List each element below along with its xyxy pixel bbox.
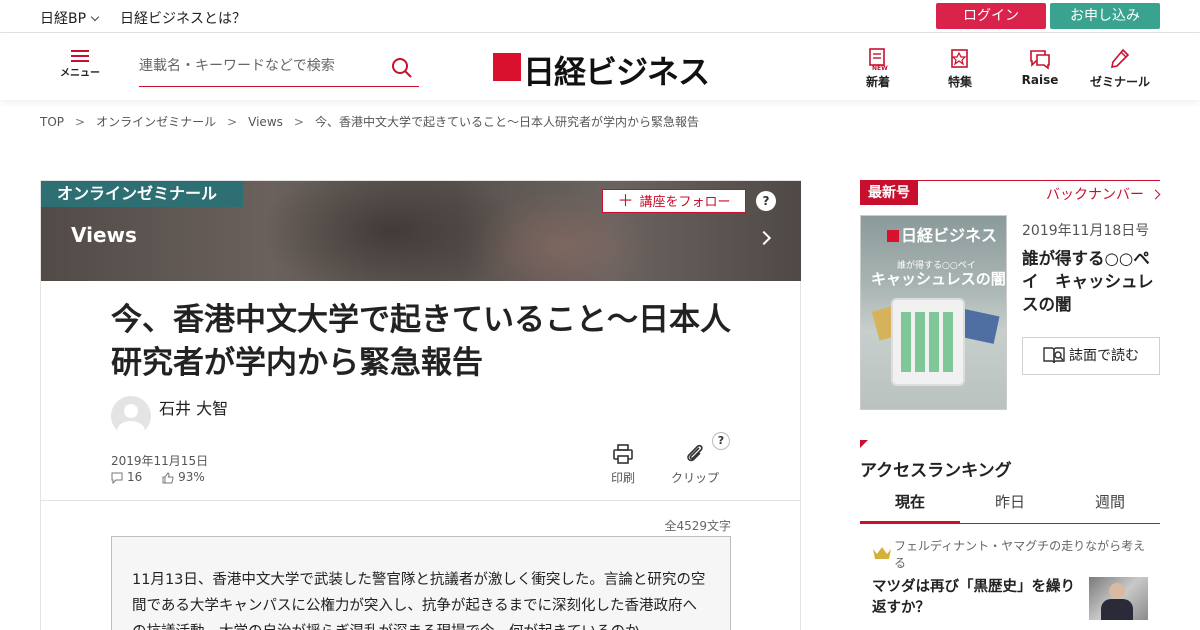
cover-headline: キャッシュレスの闇 xyxy=(871,270,1006,288)
avatar-body-shape xyxy=(117,421,145,436)
breadcrumb-sep: > xyxy=(227,115,238,129)
category-tag[interactable]: オンラインゼミナール xyxy=(41,181,243,207)
nikkei-bp-label: 日経BP xyxy=(40,11,87,27)
series-title[interactable]: Views xyxy=(71,223,137,247)
print-button[interactable]: 印刷 xyxy=(611,443,635,486)
about-link[interactable]: 日経ビジネスとは？ xyxy=(120,8,246,28)
chevron-right-icon xyxy=(1150,189,1161,200)
nav-new-label: 新着 xyxy=(865,75,890,89)
divider xyxy=(41,500,801,501)
cover-logo-text: 日経ビジネス xyxy=(901,226,998,245)
new-icon: NEW xyxy=(869,48,888,71)
issue-date: 2019年11月18日号 xyxy=(1022,223,1150,239)
word-count: 全4529文字 xyxy=(664,519,731,533)
nav-raise-label: Raise xyxy=(1021,73,1059,87)
breadcrumb-views[interactable]: Views xyxy=(248,115,283,129)
print-icon xyxy=(613,444,633,464)
tab-weekly[interactable]: 週間 xyxy=(1060,484,1160,524)
pen-icon xyxy=(1110,48,1130,69)
print-label: 印刷 xyxy=(611,471,636,485)
like-rate[interactable]: 93% xyxy=(178,470,205,484)
logo-square-icon xyxy=(493,53,521,81)
paperclip-icon xyxy=(687,444,703,462)
comment-icon[interactable] xyxy=(111,472,123,484)
ranking-item-kicker[interactable]: フェルディナント・ヤマグチの走りながら考える xyxy=(894,538,1156,572)
thumbnail-suit-shape xyxy=(1101,599,1133,620)
hamburger-icon xyxy=(71,50,89,52)
back-numbers-label: バックナンバー xyxy=(1046,187,1144,203)
nav-raise[interactable]: Raise xyxy=(1010,47,1070,87)
chevron-down-icon xyxy=(90,12,100,22)
comment-count[interactable]: 16 xyxy=(127,470,142,484)
raise-icon xyxy=(1030,50,1050,70)
nav-seminar-label: ゼミナール xyxy=(1090,75,1151,89)
read-issue-label: 誌面で読む xyxy=(1069,348,1139,364)
breadcrumb-current: 今、香港中文大学で起きていること〜日本人研究者が学内から緊急報告 xyxy=(314,115,699,129)
tab-current[interactable]: 現在 xyxy=(860,484,960,524)
thumbnail-head-shape xyxy=(1109,583,1125,599)
article-card: オンラインゼミナール Views ＋ 講座をフォロー ? 今、香港中文大学で起きて… xyxy=(40,180,801,630)
ranking-item-thumbnail[interactable] xyxy=(1089,577,1148,620)
breadcrumb-seminar[interactable]: オンラインゼミナール xyxy=(96,115,216,129)
nav-seminar[interactable]: ゼミナール xyxy=(1090,47,1150,90)
article-stats: 16 93% xyxy=(111,470,205,484)
top-bar: 日経BP 日経ビジネスとは？ ログイン お申し込み xyxy=(0,0,1200,33)
issue-title[interactable]: 誰が得する○○ペイ キャッシュレスの闇 xyxy=(1022,247,1162,316)
author-avatar[interactable] xyxy=(111,396,151,436)
cover-logo: 日経ビジネス xyxy=(887,222,997,246)
crown-icon xyxy=(873,547,891,559)
logo-square-icon xyxy=(887,230,899,242)
nav-new[interactable]: NEW 新着 xyxy=(848,47,908,90)
site-header: メニュー 日経ビジネス NEW 新着 特集 Raise ゼミナール xyxy=(0,33,1200,100)
latest-issue-tag: 最新号 xyxy=(860,181,918,205)
article-lead: 11月13日、香港中文大学で武装した警官隊と抗議者が激しく衝突した。言論と研究の… xyxy=(111,536,731,630)
search-icon[interactable] xyxy=(391,57,413,79)
series-banner[interactable]: オンラインゼミナール Views ＋ 講座をフォロー ? xyxy=(41,181,801,281)
menu-button[interactable]: メニュー xyxy=(58,50,102,79)
thumbs-up-icon[interactable] xyxy=(162,471,174,484)
article-title: 今、香港中文大学で起きていること〜日本人研究者が学内から緊急報告 xyxy=(111,302,731,381)
help-icon[interactable]: ? xyxy=(756,191,776,211)
clip-help-icon[interactable]: ? xyxy=(712,432,730,450)
breadcrumb-sep: > xyxy=(293,115,304,129)
cover-app-grid-shape xyxy=(901,312,955,372)
back-numbers-link[interactable]: バックナンバー xyxy=(1046,184,1161,204)
ranking-tabs: 現在 昨日 週間 xyxy=(860,484,1160,524)
plus-icon: ＋ xyxy=(617,191,634,210)
apply-button[interactable]: お申し込み xyxy=(1050,3,1160,29)
menu-label: メニュー xyxy=(60,68,100,79)
tab-yesterday[interactable]: 昨日 xyxy=(960,484,1060,524)
clip-button[interactable]: クリップ xyxy=(671,443,719,486)
ranking-corner-mark xyxy=(860,440,868,448)
read-issue-button[interactable]: 誌面で読む xyxy=(1022,337,1160,375)
book-icon xyxy=(1043,347,1065,364)
breadcrumb-top[interactable]: TOP xyxy=(40,115,64,129)
logo-text: 日経ビジネス xyxy=(523,53,710,91)
author-name[interactable]: 石井 大智 xyxy=(159,395,228,419)
magazine-cover[interactable]: 日経ビジネス 誰が得する○○ペイ キャッシュレスの闇 xyxy=(860,215,1007,410)
ranking-title: アクセスランキング xyxy=(860,461,1012,481)
ranking-item-headline[interactable]: マツダは再び「黒歴史」を繰り返すか？ xyxy=(872,577,1077,619)
svg-text:NEW: NEW xyxy=(872,65,888,71)
follow-button[interactable]: ＋ 講座をフォロー xyxy=(602,189,746,213)
breadcrumb: TOP > オンラインゼミナール > Views > 今、香港中文大学で起きていること〜日本… xyxy=(40,113,699,130)
avatar-head-shape xyxy=(124,404,138,418)
search-box xyxy=(139,49,419,87)
login-button[interactable]: ログイン xyxy=(936,3,1046,29)
publish-date: 2019年11月15日 xyxy=(111,454,209,468)
feature-icon xyxy=(951,49,968,68)
clip-label: クリップ xyxy=(671,471,720,485)
search-input[interactable] xyxy=(139,49,379,83)
nav-feature-label: 特集 xyxy=(947,75,972,89)
breadcrumb-sep: > xyxy=(75,115,86,129)
follow-label: 講座をフォロー xyxy=(639,195,731,210)
nikkei-bp-dropdown[interactable]: 日経BP xyxy=(40,8,100,28)
nav-feature[interactable]: 特集 xyxy=(930,47,990,90)
chevron-right-icon[interactable] xyxy=(756,230,772,246)
